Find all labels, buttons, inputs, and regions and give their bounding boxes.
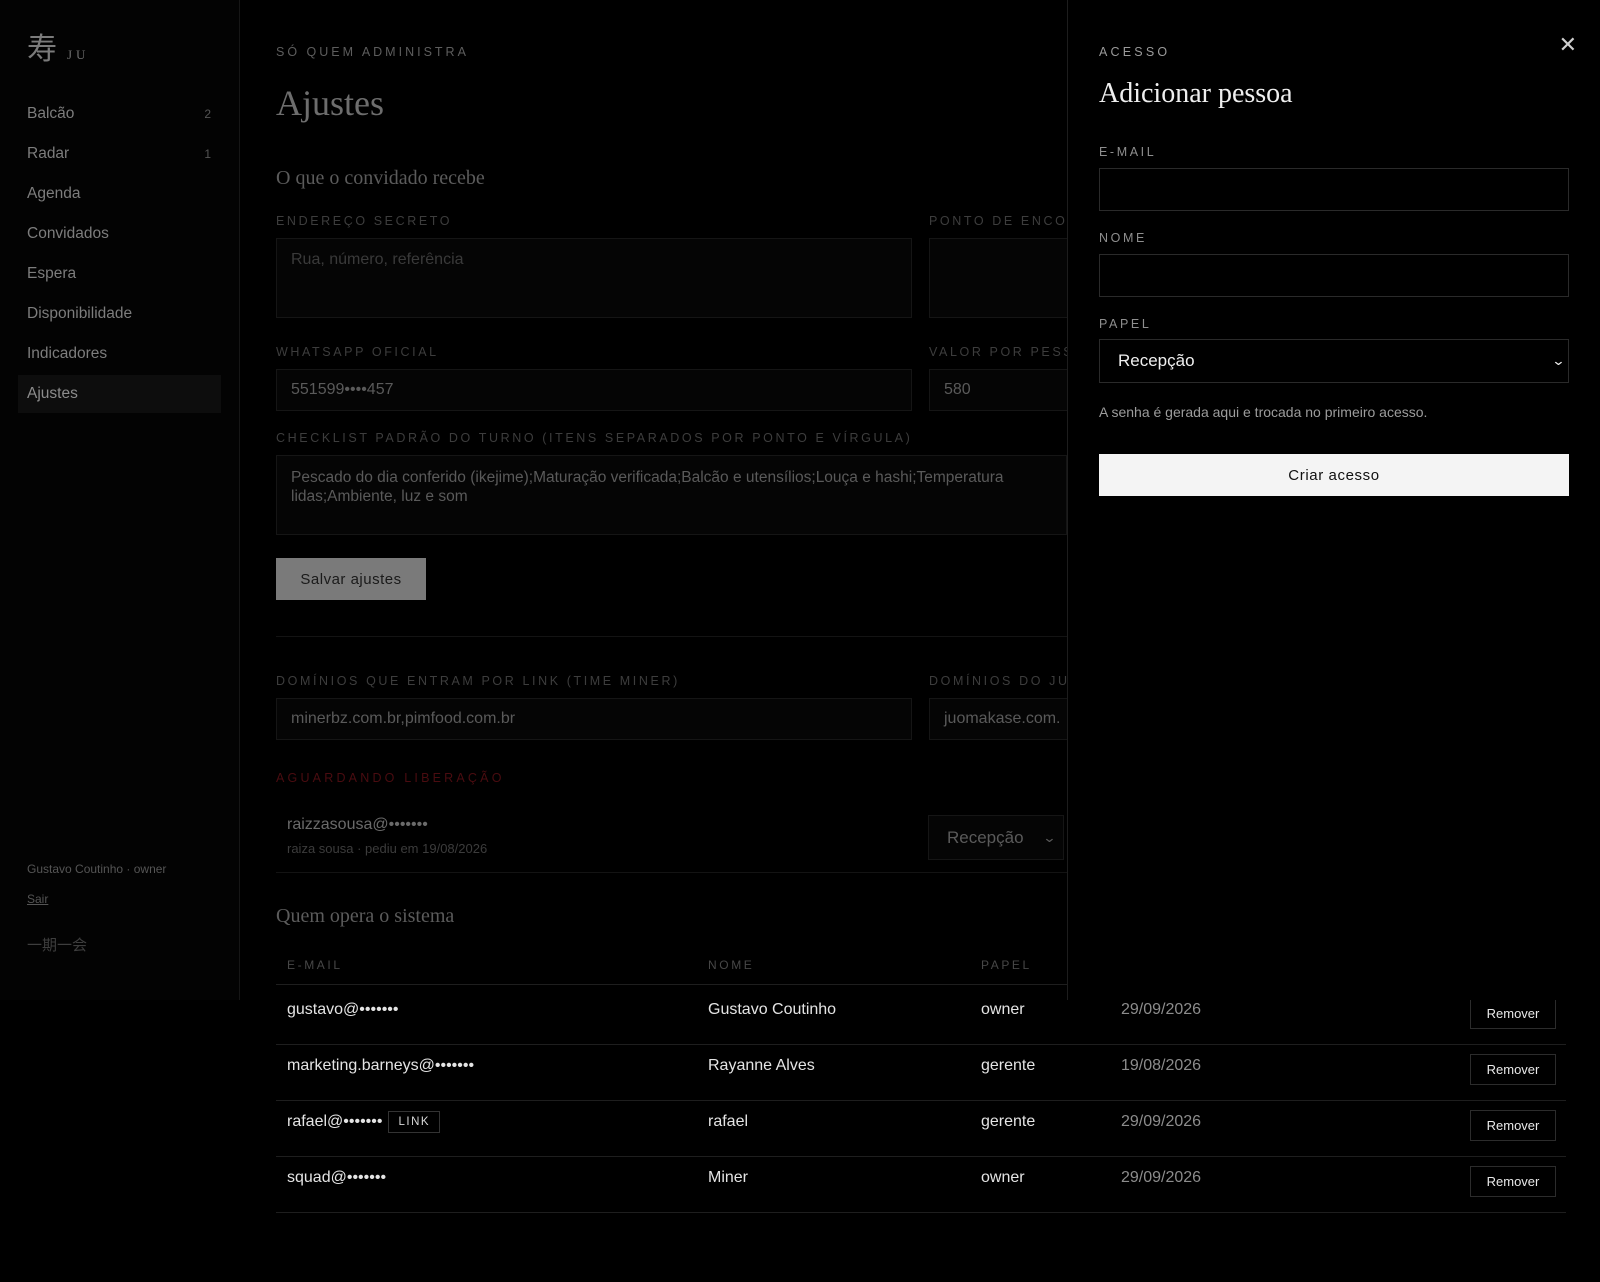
panel-eyebrow: Acesso [1099,45,1171,59]
remove-button[interactable]: Remover [1470,1166,1556,1197]
role-label: Papel [1099,317,1152,331]
pending-role-select[interactable]: Recepção ⌄ [928,815,1064,860]
row-email: marketing.barneys@••••••• [287,1056,475,1074]
create-access-button[interactable]: Criar acesso [1099,454,1569,496]
row-role: owner [981,1000,1025,1018]
sidebar-item-label: Convidados [27,225,109,242]
logout-link[interactable]: Sair [27,892,48,906]
row-role: gerente [981,1112,1036,1130]
column-header-name: Nome [708,958,755,972]
whatsapp-label: WhatsApp oficial [276,345,439,359]
row-name: Miner [708,1168,749,1186]
role-select-value: Recepção [1118,351,1195,370]
sidebar-item-label: Disponibilidade [27,305,133,322]
sidebar: 寿 JU Balcão 2 Radar 1 Agenda Convidados … [0,0,240,1000]
row-role: owner [981,1168,1025,1186]
sidebar-item-agenda[interactable]: Agenda [18,175,221,213]
sidebar-item-count: 1 [204,147,211,161]
row-email: rafael@••••••• [287,1112,383,1130]
domains-ju-label: Domínios do Ju [929,674,1070,688]
row-email: squad@••••••• [287,1168,387,1186]
domains-ju-field[interactable]: juomakase.com. [929,698,1069,740]
panel-title: Adicionar pessoa [1099,78,1293,109]
sidebar-item-balcao[interactable]: Balcão 2 [18,95,221,133]
sidebar-item-radar[interactable]: Radar 1 [18,135,221,173]
address-field[interactable]: Rua, número, referência [276,238,912,318]
row-date: 29/09/2026 [1121,1112,1202,1130]
sidebar-item-label: Agenda [27,185,81,202]
pending-title: Aguardando liberação [276,771,505,785]
current-user: Gustavo Coutinho · owner [27,862,167,876]
column-header-email: E-mail [287,958,343,972]
email-label: E-mail [1099,145,1157,159]
remove-button[interactable]: Remover [1470,1110,1556,1141]
page-eyebrow: Só quem administra [276,45,469,59]
price-field[interactable]: 580 [929,369,1069,411]
domains-link-field[interactable]: minerbz.com.br,pimfood.com.br [276,698,912,740]
sidebar-item-label: Espera [27,265,77,282]
motto: 一期一会 [27,938,88,954]
operators-title: Quem opera o sistema [276,905,455,927]
table-row: rafael@••••••• LINK rafael gerente 29/09… [276,1100,1566,1157]
logo-text: JU [67,47,90,62]
row-date: 19/08/2026 [1121,1056,1202,1074]
pending-subtitle: raiza sousa · pediu em 19/08/2026 [287,841,488,856]
add-person-panel: Acesso Adicionar pessoa ✕ E-mail Nome Pa… [1067,0,1600,1000]
sidebar-item-count: 2 [204,107,211,121]
sidebar-item-disponibilidade[interactable]: Disponibilidade [18,295,221,333]
pending-role-value: Recepção [947,827,1024,847]
column-header-role: Papel [981,958,1032,972]
row-date: 29/09/2026 [1121,1168,1202,1186]
save-settings-button[interactable]: Salvar ajustes [276,558,426,600]
guest-section-title: O que o convidado recebe [276,167,485,189]
sidebar-item-label: Radar [27,145,70,162]
chevron-down-icon: ⌄ [1551,353,1566,368]
pending-email: raizzasousa@••••••• [287,816,428,833]
row-name: Gustavo Coutinho [708,1000,837,1018]
remove-button[interactable]: Remover [1470,1054,1556,1085]
table-row: squad@••••••• Miner owner 29/09/2026 Rem… [276,1156,1566,1213]
checklist-label: Checklist padrão do turno (itens separad… [276,431,913,445]
logo-kanji: 寿 [27,33,57,66]
name-label: Nome [1099,231,1147,245]
sidebar-item-label: Ajustes [27,385,78,402]
checklist-field[interactable]: Pescado do dia conferido (ikejime);Matur… [276,455,1067,535]
sidebar-item-indicadores[interactable]: Indicadores [18,335,221,373]
price-label: Valor por pesso [929,345,1087,359]
email-field[interactable] [1099,168,1569,211]
sidebar-item-label: Indicadores [27,345,108,362]
whatsapp-field[interactable]: 551599••••457 [276,369,912,411]
row-name: Rayanne Alves [708,1056,815,1074]
sidebar-item-label: Balcão [27,105,75,122]
name-field[interactable] [1099,254,1569,297]
sidebar-nav: Balcão 2 Radar 1 Agenda Convidados Esper… [18,95,221,415]
close-icon[interactable]: ✕ [1559,32,1577,58]
sidebar-item-espera[interactable]: Espera [18,255,221,293]
row-email-cell: rafael@••••••• LINK [287,1100,441,1143]
table-row: marketing.barneys@••••••• Rayanne Alves … [276,1044,1566,1101]
sidebar-item-ajustes[interactable]: Ajustes [18,375,221,413]
row-email: gustavo@••••••• [287,1000,399,1018]
meeting-point-label: Ponto de encon [929,214,1080,228]
row-role: gerente [981,1056,1036,1074]
address-label: Endereço secreto [276,214,453,228]
role-select[interactable]: Recepção ⌄ [1099,339,1569,383]
page-title: Ajustes [276,83,384,123]
sidebar-item-convidados[interactable]: Convidados [18,215,221,253]
chevron-down-icon: ⌄ [1042,829,1057,845]
domains-link-label: Domínios que entram por link (time Miner… [276,674,680,688]
remove-button[interactable]: Remover [1470,998,1556,1029]
meeting-point-field[interactable] [929,238,1069,318]
logo: 寿 JU [27,24,89,68]
row-name: rafael [708,1112,749,1130]
password-hint: A senha é gerada aqui e trocada no prime… [1099,404,1428,420]
link-badge: LINK [388,1110,441,1133]
